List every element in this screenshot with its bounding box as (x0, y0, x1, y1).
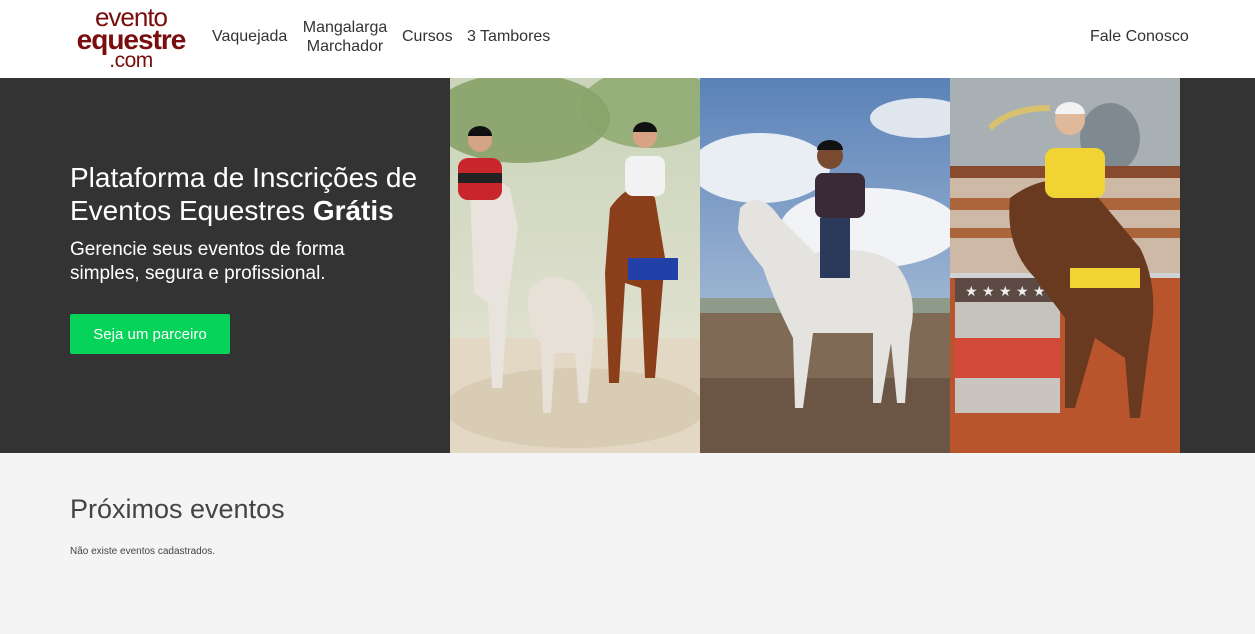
nav-link-3-tambores[interactable]: 3 Tambores (467, 27, 550, 46)
nav-link-cursos[interactable]: Cursos (402, 27, 453, 46)
hero-banner: Plataforma de Inscrições de Eventos Eque… (0, 78, 1255, 453)
nav-link-fale-conosco[interactable]: Fale Conosco (1090, 27, 1189, 46)
hero-title-bold: Grátis (312, 195, 394, 226)
upcoming-events-section: Próximos eventos Não existe eventos cada… (0, 453, 1255, 634)
no-events-message: Não existe eventos cadastrados. (70, 546, 216, 557)
mangalarga-rider-photo (700, 78, 950, 453)
site-logo[interactable]: evento equestre .com (76, 4, 187, 71)
vaquejada-riders-photo (450, 78, 700, 453)
svg-text:★ ★ ★ ★ ★: ★ ★ ★ ★ ★ (965, 284, 1046, 300)
nav-link-vaquejada[interactable]: Vaquejada (212, 27, 287, 46)
barrel-racing-photo: ★ ★ ★ ★ ★ (950, 78, 1180, 453)
upcoming-events-title: Próximos eventos (70, 494, 285, 524)
partner-button[interactable]: Seja um parceiro (70, 314, 230, 354)
hero-subtitle: Gerencie seus eventos de forma simples, … (70, 239, 345, 284)
nav-link-mangalarga-marchador[interactable]: Mangalarga Marchador (300, 18, 390, 56)
hero-title: Plataforma de Inscrições de Eventos Eque… (70, 161, 440, 227)
site-header: evento equestre .com Vaquejada Mangalarg… (0, 0, 1255, 78)
